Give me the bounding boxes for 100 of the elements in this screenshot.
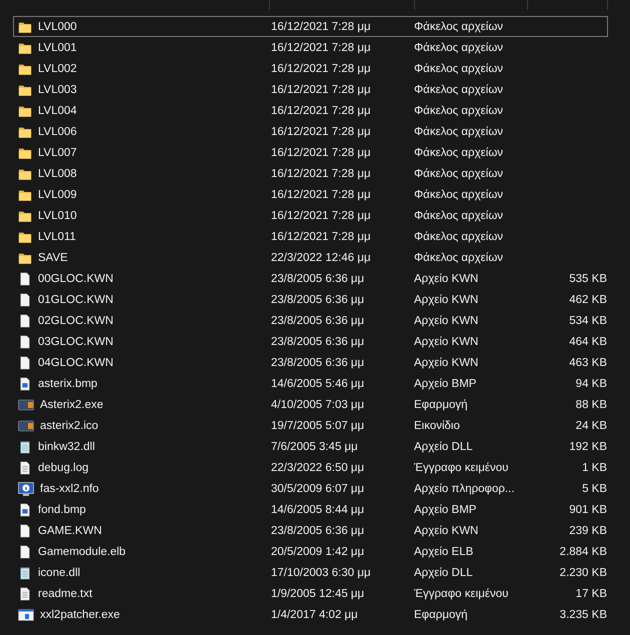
- file-name: LVL003: [38, 84, 77, 96]
- file-row[interactable]: icone.dll 17/10/2003 6:30 μμ Αρχείο DLL 2.230 KB: [13, 562, 608, 583]
- file-name: LVL008: [38, 168, 77, 180]
- modified-date: 22/3/2022 6:50 μμ: [271, 462, 366, 474]
- file-type: Αρχείο KWN: [414, 272, 480, 284]
- file-row[interactable]: LVL003 16/12/2021 7:28 μμ Φάκελος αρχείων: [13, 79, 608, 100]
- file-name: 04GLOC.KWN: [38, 356, 114, 368]
- file-row[interactable]: readme.txt 1/9/2005 12:45 μμ Έγγραφο κειμένου 17 KB: [13, 583, 608, 604]
- notepad-icon: [18, 438, 32, 454]
- modified-date: 23/8/2005 6:36 μμ: [271, 356, 366, 368]
- modified-date: 16/12/2021 7:28 μμ: [271, 62, 372, 74]
- file-size: 901 KB: [569, 504, 607, 516]
- file-row[interactable]: LVL001 16/12/2021 7:28 μμ Φάκελος αρχείων: [13, 37, 608, 58]
- file-row[interactable]: 02GLOC.KWN 23/8/2005 6:36 μμ Αρχείο KWN 534 KB: [13, 310, 608, 331]
- modified-date: 19/7/2005 5:07 μμ: [271, 420, 366, 432]
- file-row[interactable]: Gamemodule.elb 20/5/2009 1:42 μμ Αρχείο ELB 2.884 KB: [13, 541, 608, 562]
- file-type: Αρχείο BMP: [414, 504, 478, 516]
- file-row[interactable]: debug.log 22/3/2022 6:50 μμ Έγγραφο κειμένου 1 KB: [13, 457, 608, 478]
- file-row[interactable]: xxl2patcher.exe 1/4/2017 4:02 μμ Εφαρμογή 3.235 KB: [13, 604, 608, 625]
- file-row[interactable]: LVL009 16/12/2021 7:28 μμ Φάκελος αρχείων: [13, 184, 608, 205]
- file-row[interactable]: LVL010 16/12/2021 7:28 μμ Φάκελος αρχείων: [13, 205, 608, 226]
- file-name: LVL009: [38, 188, 77, 200]
- file-type: Αρχείο KWN: [414, 294, 480, 306]
- file-type: Έγγραφο κειμένου: [414, 462, 510, 474]
- modified-date: 20/5/2009 1:42 μμ: [271, 546, 366, 558]
- file-type: Αρχείο ELB: [414, 546, 474, 558]
- modified-date: 16/12/2021 7:28 μμ: [271, 210, 372, 222]
- modified-date: 16/12/2021 7:28 μμ: [271, 20, 372, 32]
- file-name: asterix.bmp: [38, 378, 98, 390]
- file-row[interactable]: LVL007 16/12/2021 7:28 μμ Φάκελος αρχείων: [13, 142, 608, 163]
- file-type: Έγγραφο κειμένου: [414, 588, 510, 600]
- file-type: Φάκελος αρχείων: [414, 20, 504, 32]
- modified-date: 4/10/2005 7:03 μμ: [271, 398, 366, 410]
- file-name: 02GLOC.KWN: [38, 314, 114, 326]
- file-size: 3.235 KB: [560, 608, 607, 620]
- file-row[interactable]: LVL004 16/12/2021 7:28 μμ Φάκελος αρχείων: [13, 100, 608, 121]
- modified-date: 23/8/2005 6:36 μμ: [271, 524, 366, 536]
- modified-date: 23/8/2005 6:36 μμ: [271, 272, 366, 284]
- file-row[interactable]: LVL006 16/12/2021 7:28 μμ Φάκελος αρχείων: [13, 121, 608, 142]
- modified-date: 16/12/2021 7:28 μμ: [271, 230, 372, 242]
- file-name: 00GLOC.KWN: [38, 272, 114, 284]
- app-logo-icon: [18, 396, 34, 412]
- file-name: Asterix2.exe: [40, 398, 104, 410]
- file-row[interactable]: GAME.KWN 23/8/2005 6:36 μμ Αρχείο KWN 239 KB: [13, 520, 608, 541]
- file-name: GAME.KWN: [38, 524, 102, 536]
- file-row[interactable]: asterix2.ico 19/7/2005 5:07 μμ Εικονίδιο 24 KB: [13, 415, 608, 436]
- modified-date: 23/8/2005 6:36 μμ: [271, 314, 366, 326]
- file-row[interactable]: Asterix2.exe 4/10/2005 7:03 μμ Εφαρμογή 88 KB: [13, 394, 608, 415]
- file-row[interactable]: LVL000 16/12/2021 7:28 μμ Φάκελος αρχείων: [13, 16, 608, 37]
- file-row[interactable]: 01GLOC.KWN 23/8/2005 6:36 μμ Αρχείο KWN 462 KB: [13, 289, 608, 310]
- file-row[interactable]: 03GLOC.KWN 23/8/2005 6:36 μμ Αρχείο KWN 464 KB: [13, 331, 608, 352]
- file-size: 2.230 KB: [560, 566, 607, 578]
- file-type: Αρχείο DLL: [414, 566, 474, 578]
- file-type: Φάκελος αρχείων: [414, 146, 504, 158]
- file-name: LVL007: [38, 146, 77, 158]
- file-row[interactable]: LVL011 16/12/2021 7:28 μμ Φάκελος αρχείων: [13, 226, 608, 247]
- file-type: Φάκελος αρχείων: [414, 126, 504, 138]
- file-type: Αρχείο KWN: [414, 524, 480, 536]
- file-size: 88 KB: [576, 398, 607, 410]
- file-icon: [18, 522, 32, 538]
- file-row[interactable]: asterix.bmp 14/6/2005 5:46 μμ Αρχείο BMP 94 KB: [13, 373, 608, 394]
- file-row[interactable]: binkw32.dll 7/6/2005 3:45 μμ Αρχείο DLL 192 KB: [13, 436, 608, 457]
- file-name: LVL011: [38, 230, 76, 242]
- file-row[interactable]: 00GLOC.KWN 23/8/2005 6:36 μμ Αρχείο KWN 535 KB: [13, 268, 608, 289]
- file-row[interactable]: LVL002 16/12/2021 7:28 μμ Φάκελος αρχείων: [13, 58, 608, 79]
- text-file-icon: [18, 586, 32, 602]
- modified-date: 1/4/2017 4:02 μμ: [271, 608, 359, 620]
- file-name: LVL010: [38, 210, 77, 222]
- file-type: Αρχείο KWN: [414, 314, 480, 326]
- file-name: 03GLOC.KWN: [38, 336, 114, 348]
- file-row[interactable]: fond.bmp 14/6/2005 8:44 μμ Αρχείο BMP 901 KB: [13, 499, 608, 520]
- file-type: Φάκελος αρχείων: [414, 230, 504, 242]
- modified-date: 7/6/2005 3:45 μμ: [271, 440, 359, 452]
- modified-date: 22/3/2022 12:46 μμ: [271, 252, 372, 264]
- modified-date: 16/12/2021 7:28 μμ: [271, 104, 372, 116]
- image-file-icon: [18, 502, 32, 518]
- notepad-icon: [18, 564, 32, 580]
- file-icon: [18, 312, 32, 328]
- file-name: LVL004: [38, 104, 77, 116]
- file-size: 535 KB: [569, 272, 607, 284]
- file-type: Φάκελος αρχείων: [414, 84, 504, 96]
- image-file-icon: [18, 376, 32, 392]
- file-type: Εφαρμογή: [414, 398, 468, 410]
- file-type: Εικονίδιο: [414, 420, 461, 432]
- file-name: asterix2.ico: [40, 420, 98, 432]
- text-file-icon: [18, 460, 32, 476]
- file-type: Αρχείο KWN: [414, 336, 480, 348]
- modified-date: 23/8/2005 6:36 μμ: [271, 294, 366, 306]
- file-row[interactable]: fas-xxl2.nfo 30/5/2009 6:07 μμ Αρχείο πληροφορ... 5 KB: [13, 478, 608, 499]
- app-logo-icon: [18, 418, 34, 434]
- file-type: Φάκελος αρχείων: [414, 252, 504, 264]
- file-name: fas-xxl2.nfo: [40, 482, 99, 494]
- file-name: LVL001: [38, 42, 77, 54]
- file-row[interactable]: 04GLOC.KWN 23/8/2005 6:36 μμ Αρχείο KWN 463 KB: [13, 352, 608, 373]
- file-size: 462 KB: [569, 294, 607, 306]
- file-icon: [18, 354, 32, 370]
- modified-date: 16/12/2021 7:28 μμ: [271, 84, 372, 96]
- modified-date: 23/8/2005 6:36 μμ: [271, 336, 366, 348]
- file-row[interactable]: LVL008 16/12/2021 7:28 μμ Φάκελος αρχείων: [13, 163, 608, 184]
- file-row[interactable]: SAVE 22/3/2022 12:46 μμ Φάκελος αρχείων: [13, 247, 608, 268]
